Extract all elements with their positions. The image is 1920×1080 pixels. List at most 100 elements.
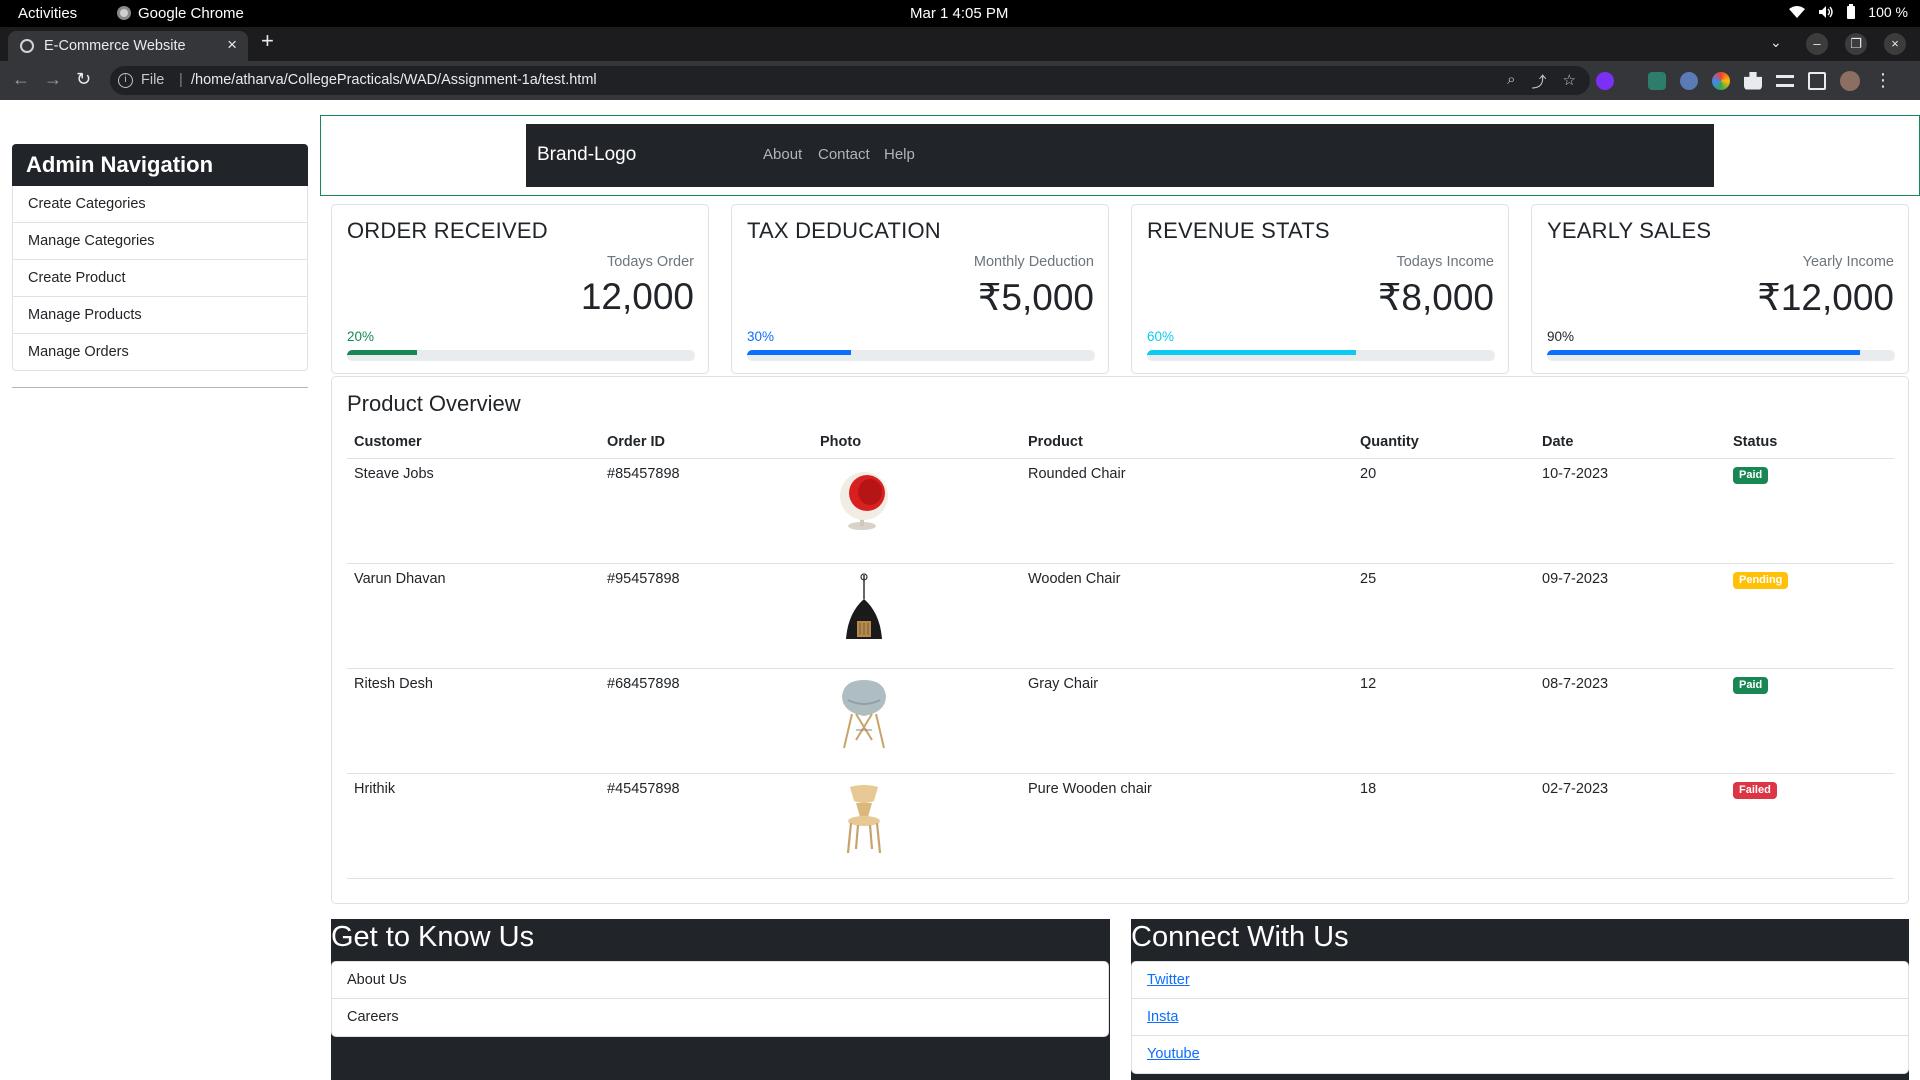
table-header-row: Customer Order ID Photo Product Quantity… bbox=[347, 427, 1894, 459]
progress-fill bbox=[747, 350, 852, 355]
progress-fill bbox=[1547, 350, 1861, 355]
sidebar-item-manage-orders[interactable]: Manage Orders bbox=[12, 334, 308, 371]
table-row[interactable]: Varun Dhavan #95457898 Wooden Chair 25 0… bbox=[347, 563, 1894, 669]
share-icon[interactable]: ⤴ bbox=[1532, 71, 1547, 92]
card-value: 12,000 bbox=[580, 276, 694, 317]
info-icon[interactable]: i bbox=[118, 73, 133, 88]
table-row[interactable]: Ritesh Desh #68457898 Gray Chair 12 08-7… bbox=[347, 668, 1894, 774]
product-table: Customer Order ID Photo Product Quantity… bbox=[347, 427, 1894, 879]
admin-sidebar: Admin Navigation Create Categories Manag… bbox=[12, 144, 308, 371]
new-tab-button[interactable]: + bbox=[261, 30, 274, 52]
browser-tab[interactable]: E-Commerce Website × bbox=[8, 31, 248, 61]
status-cell: Paid bbox=[1726, 668, 1894, 774]
sidebar-item-manage-products[interactable]: Manage Products bbox=[12, 297, 308, 334]
column-header: Customer bbox=[347, 427, 600, 459]
os-top-bar: Activities Google Chrome Mar 1 4:05 PM 1… bbox=[0, 0, 1920, 27]
extension-icon[interactable] bbox=[1596, 71, 1614, 90]
red-ball-chair-image bbox=[840, 471, 888, 530]
product-cell: Wooden Chair bbox=[1021, 563, 1353, 669]
menu-kebab-icon[interactable]: ⋮ bbox=[1874, 70, 1892, 91]
nav-link-contact[interactable]: Contact bbox=[818, 146, 870, 163]
nav-link-help[interactable]: Help bbox=[884, 146, 915, 163]
sidebar-title: Admin Navigation bbox=[12, 144, 308, 186]
card-subtitle: Todays Order bbox=[606, 254, 694, 270]
order-id-cell: #85457898 bbox=[600, 458, 813, 564]
profile-avatar[interactable] bbox=[1840, 70, 1860, 91]
progress-fill bbox=[1147, 350, 1356, 355]
close-window-button[interactable]: × bbox=[1884, 33, 1906, 55]
clock[interactable]: Mar 1 4:05 PM bbox=[910, 5, 1008, 22]
forward-arrow-icon[interactable]: → bbox=[44, 69, 62, 89]
activities-button[interactable]: Activities bbox=[18, 5, 77, 22]
back-arrow-icon[interactable]: ← bbox=[12, 69, 30, 89]
extension-cursor-icon[interactable] bbox=[1680, 71, 1698, 90]
side-panel-icon[interactable] bbox=[1808, 71, 1826, 90]
url-text[interactable]: /home/atharva/CollegePracticals/WAD/Assi… bbox=[191, 72, 597, 88]
restore-button[interactable]: ❐ bbox=[1845, 33, 1867, 55]
date-cell: 09-7-2023 bbox=[1535, 563, 1726, 669]
reload-icon[interactable]: ↻ bbox=[76, 69, 91, 89]
date-cell: 10-7-2023 bbox=[1535, 458, 1726, 564]
footer-item-careers[interactable]: Careers bbox=[332, 999, 1108, 1036]
address-bar[interactable]: i File | /home/atharva/CollegePracticals… bbox=[110, 66, 1590, 95]
bookmark-star-icon[interactable]: ☆ bbox=[1563, 71, 1576, 92]
footer-know-us: Get to Know Us About Us Careers bbox=[331, 919, 1110, 1080]
extension-sheet-icon[interactable] bbox=[1648, 71, 1666, 90]
chrome-icon bbox=[117, 6, 131, 20]
card-subtitle: Todays Income bbox=[1396, 254, 1494, 270]
sidebar-item-manage-categories[interactable]: Manage Categories bbox=[12, 223, 308, 260]
order-id-cell: #95457898 bbox=[600, 563, 813, 669]
nav-link-about[interactable]: About bbox=[763, 146, 802, 163]
quantity-cell: 25 bbox=[1353, 563, 1535, 669]
card-revenue-stats: REVENUE STATS Todays Income ₹8,000 60% bbox=[1131, 204, 1509, 374]
product-overview-card: Product Overview Customer Order ID Photo… bbox=[331, 376, 1909, 904]
url-separator: | bbox=[179, 72, 183, 88]
photo-cell bbox=[813, 668, 1021, 774]
card-tax-deduction: TAX DEDUCATION Monthly Deduction ₹5,000 … bbox=[731, 204, 1109, 374]
column-header: Status bbox=[1726, 427, 1894, 459]
product-cell: Gray Chair bbox=[1021, 668, 1353, 774]
minimize-button[interactable]: – bbox=[1806, 33, 1828, 55]
link-twitter[interactable]: Twitter bbox=[1132, 962, 1908, 999]
card-yearly-sales: YEARLY SALES Yearly Income ₹12,000 90% bbox=[1531, 204, 1909, 374]
system-tray[interactable]: 100 % bbox=[1788, 4, 1908, 20]
quantity-cell: 12 bbox=[1353, 668, 1535, 774]
card-order-received: ORDER RECEIVED Todays Order 12,000 20% bbox=[331, 204, 709, 374]
photo-cell bbox=[813, 458, 1021, 564]
reading-list-icon[interactable] bbox=[1776, 74, 1794, 87]
tab-close-icon[interactable]: × bbox=[227, 35, 237, 55]
page-viewport: Admin Navigation Create Categories Manag… bbox=[0, 100, 1920, 1080]
card-title: TAX DEDUCATION bbox=[747, 218, 941, 243]
footer-connect: Connect With Us Twitter Insta Youtube bbox=[1131, 919, 1909, 1080]
zoom-icon[interactable]: ⌕ bbox=[1507, 71, 1515, 92]
wifi-icon bbox=[1789, 6, 1806, 18]
link-insta[interactable]: Insta bbox=[1132, 999, 1908, 1036]
footer-item-about-us[interactable]: About Us bbox=[332, 962, 1108, 999]
progress-fill bbox=[347, 350, 417, 355]
progress-bar bbox=[347, 350, 695, 361]
table-row[interactable]: Steave Jobs #85457898 Rounded Chair 20 1… bbox=[347, 458, 1894, 564]
table-row[interactable]: Hrithik #45457898 Pure Wooden chair 18 0… bbox=[347, 773, 1894, 879]
status-cell: Failed bbox=[1726, 773, 1894, 879]
footer-connect-title: Connect With Us bbox=[1131, 921, 1349, 953]
battery-icon bbox=[1847, 4, 1856, 19]
globe-icon bbox=[20, 39, 34, 53]
product-cell: Pure Wooden chair bbox=[1021, 773, 1353, 879]
extensions-puzzle-icon[interactable] bbox=[1744, 71, 1762, 90]
column-header: Product bbox=[1021, 427, 1353, 459]
app-name: Google Chrome bbox=[138, 5, 244, 22]
sidebar-item-create-product[interactable]: Create Product bbox=[12, 260, 308, 297]
tab-search-chevron-icon[interactable]: ⌄ bbox=[1770, 34, 1782, 51]
wooden-chair-image bbox=[846, 784, 882, 853]
date-cell: 08-7-2023 bbox=[1535, 668, 1726, 774]
know-us-list: About Us Careers bbox=[331, 961, 1109, 1037]
app-menu[interactable]: Google Chrome bbox=[117, 5, 244, 22]
customer-cell: Ritesh Desh bbox=[347, 668, 600, 774]
link-youtube[interactable]: Youtube bbox=[1132, 1036, 1908, 1073]
tab-strip: E-Commerce Website × bbox=[0, 27, 1920, 61]
sidebar-item-create-categories[interactable]: Create Categories bbox=[12, 186, 308, 223]
column-header: Quantity bbox=[1353, 427, 1535, 459]
status-badge-paid: Paid bbox=[1733, 676, 1769, 694]
extension-color-icon[interactable] bbox=[1712, 71, 1730, 90]
brand-logo[interactable]: Brand-Logo bbox=[537, 144, 636, 166]
